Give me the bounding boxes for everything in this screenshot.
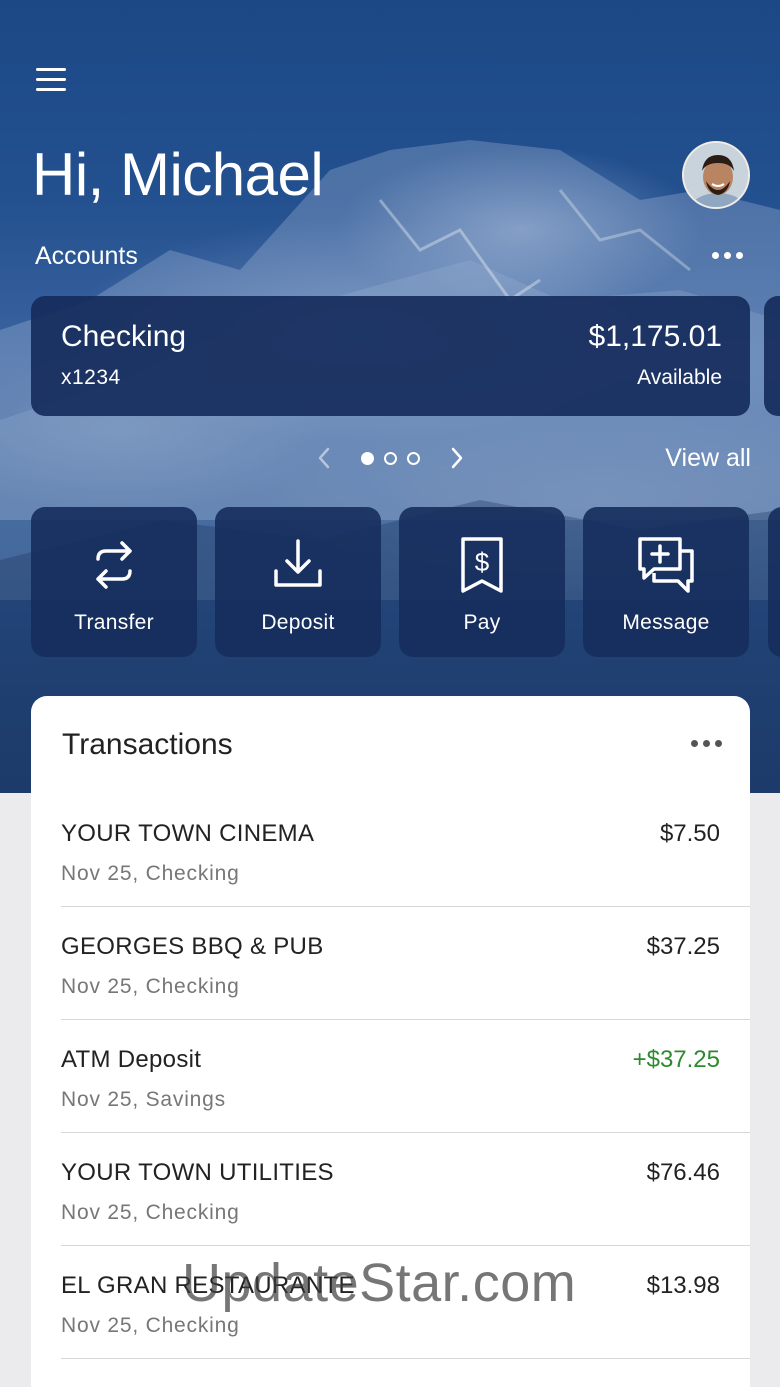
- deposit-label: Deposit: [261, 611, 335, 634]
- transaction-name: YOUR TOWN UTILITIES: [61, 1159, 334, 1186]
- accounts-more-button[interactable]: [712, 252, 743, 259]
- transaction-amount: +$37.25: [632, 1046, 720, 1073]
- transaction-amount: $13.98: [646, 1272, 720, 1299]
- transaction-amount: $76.46: [646, 1159, 720, 1186]
- accounts-section-label: Accounts: [35, 242, 138, 270]
- transfer-button[interactable]: Transfer: [31, 507, 197, 657]
- transaction-date-account: Nov 25, Checking: [61, 975, 240, 998]
- pay-label: Pay: [463, 611, 501, 634]
- transaction-name: GEORGES BBQ & PUB: [61, 933, 324, 960]
- transaction-name: YOUR TOWN CINEMA: [61, 820, 315, 847]
- hero-background: Hi, Michael Accounts Checking x1234 $1,1…: [0, 0, 780, 793]
- page-dot-2[interactable]: [384, 451, 397, 465]
- transfer-label: Transfer: [74, 611, 154, 634]
- message-label: Message: [622, 611, 710, 634]
- transaction-amount: $7.50: [659, 820, 720, 847]
- transaction-date-account: Nov 25, Savings: [61, 1088, 226, 1111]
- svg-text:$: $: [475, 547, 490, 577]
- pay-bill-icon: $: [461, 537, 503, 593]
- previous-account-button[interactable]: [310, 444, 338, 472]
- page-dot-3[interactable]: [407, 451, 420, 465]
- transaction-row[interactable]: YOUR TOWN UTILITIES Nov 25, Checking $76…: [61, 1133, 750, 1246]
- account-pager: [310, 444, 471, 472]
- transaction-name: ATM Deposit: [61, 1046, 202, 1073]
- transaction-row[interactable]: EL GRAN RESTAURANTE Nov 25, Checking $13…: [61, 1246, 750, 1359]
- next-account-card[interactable]: [764, 296, 780, 416]
- hamburger-menu-icon: [36, 68, 66, 71]
- transfer-icon: [96, 541, 132, 589]
- transaction-name: EL GRAN RESTAURANTE: [61, 1272, 355, 1299]
- account-balance: $1,175.01: [588, 320, 722, 353]
- more-actions-peek[interactable]: [768, 507, 780, 657]
- page-indicator-dots: [356, 451, 425, 465]
- transaction-date-account: Nov 25, Checking: [61, 1314, 240, 1337]
- transaction-row[interactable]: ATM Deposit Nov 25, Savings +$37.25: [61, 1020, 750, 1133]
- transactions-more-button[interactable]: [691, 740, 722, 747]
- account-card-checking[interactable]: Checking x1234 $1,175.01 Available: [31, 296, 750, 416]
- view-all-accounts-link[interactable]: View all: [665, 444, 751, 473]
- chevron-left-icon: [318, 447, 330, 469]
- more-horizontal-icon: [691, 740, 698, 747]
- account-name: Checking: [61, 320, 187, 353]
- transaction-row[interactable]: YOUR TOWN CINEMA Nov 25, Checking $7.50: [61, 794, 750, 907]
- transaction-amount: $37.25: [646, 933, 720, 960]
- transactions-list: YOUR TOWN CINEMA Nov 25, Checking $7.50 …: [61, 794, 750, 1359]
- chevron-right-icon: [451, 447, 463, 469]
- account-balance-label: Available: [637, 366, 722, 389]
- transaction-date-account: Nov 25, Checking: [61, 862, 240, 885]
- hamburger-menu-button[interactable]: [36, 68, 70, 98]
- greeting-title: Hi, Michael: [32, 141, 324, 208]
- transaction-date-account: Nov 25, Checking: [61, 1201, 240, 1224]
- transactions-card: Transactions YOUR TOWN CINEMA Nov 25, Ch…: [31, 696, 750, 1387]
- quick-actions: Transfer Deposit $ Pay Message: [31, 507, 749, 657]
- deposit-icon: [274, 539, 322, 587]
- deposit-button[interactable]: Deposit: [215, 507, 381, 657]
- more-horizontal-icon: [712, 252, 719, 259]
- transaction-row[interactable]: GEORGES BBQ & PUB Nov 25, Checking $37.2…: [61, 907, 750, 1020]
- next-account-button[interactable]: [443, 444, 471, 472]
- pay-button[interactable]: $ Pay: [399, 507, 565, 657]
- page-dot-1[interactable]: [361, 451, 374, 465]
- message-button[interactable]: Message: [583, 507, 749, 657]
- transactions-title: Transactions: [62, 728, 233, 761]
- profile-avatar[interactable]: [682, 141, 750, 209]
- message-icon: [638, 537, 694, 593]
- account-number: x1234: [61, 366, 121, 389]
